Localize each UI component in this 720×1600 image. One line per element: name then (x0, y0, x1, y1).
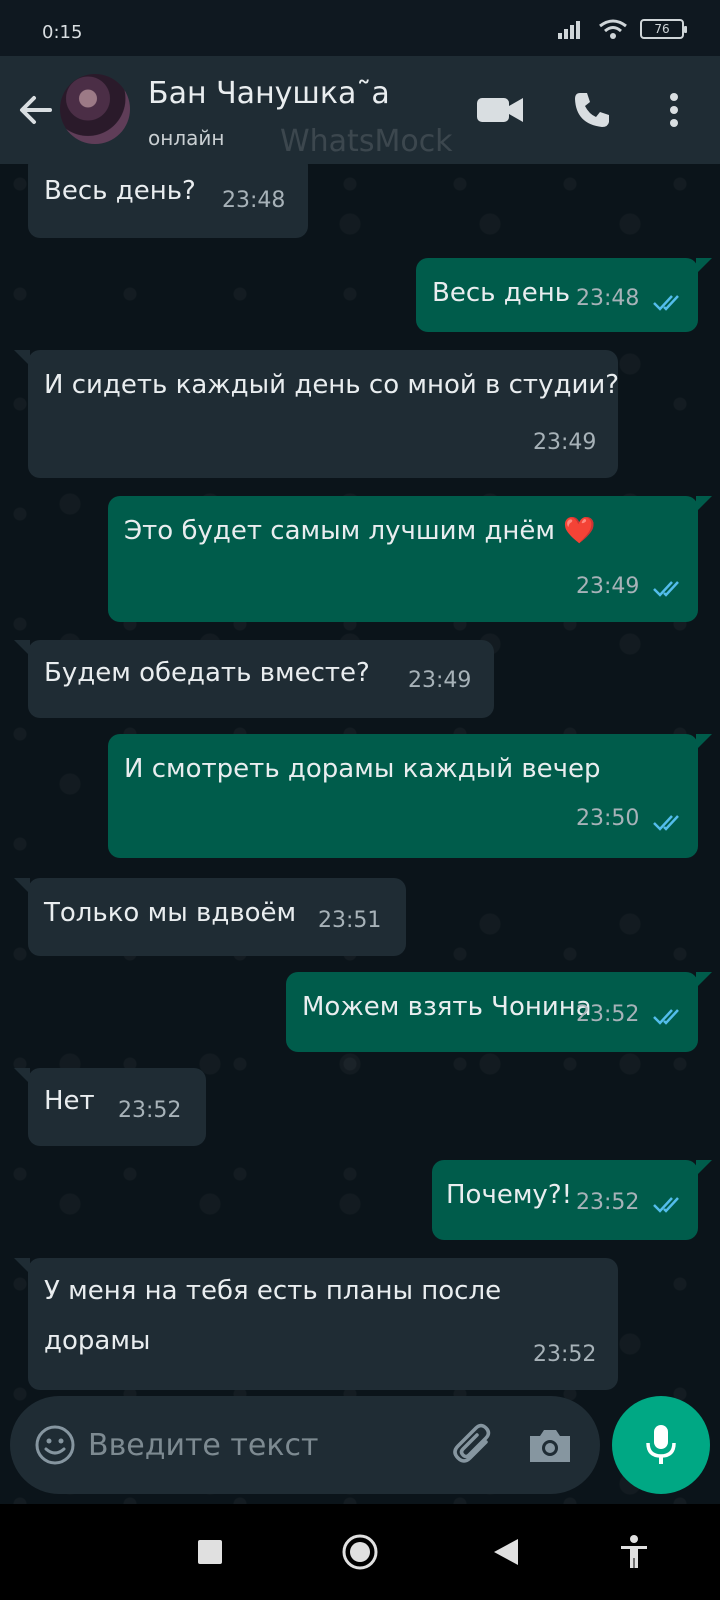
microphone-icon (646, 1425, 676, 1464)
message-text: Только мы вдвоём (44, 898, 297, 928)
status-bar: 0:15 76 (0, 0, 720, 56)
message-time: 23:52 (576, 1002, 640, 1027)
message-outgoing[interactable]: Почему?! 23:52 (432, 1160, 712, 1240)
voice-call-button[interactable] (564, 84, 620, 136)
watermark: WhatsMock (280, 124, 453, 159)
message-time: 23:52 (118, 1098, 182, 1123)
camera-button[interactable] (524, 1420, 576, 1472)
message-time: 23:48 (576, 286, 640, 311)
message-incoming[interactable]: Будем обедать вместе? 23:49 (14, 640, 494, 718)
circle-icon (342, 1534, 378, 1570)
message-text: Это будет самым лучшим днём ❤️ (124, 516, 596, 546)
message-time: 23:49 (408, 668, 472, 693)
message-outgoing[interactable]: Это будет самым лучшим днём ❤️ 23:49 (108, 496, 712, 622)
accessibility-button[interactable] (610, 1528, 658, 1576)
message-outgoing[interactable]: Весь день 23:48 (416, 258, 712, 332)
message-text: Нет (44, 1086, 95, 1116)
read-ticks-icon (653, 1197, 679, 1213)
message-time: 23:49 (576, 574, 640, 599)
message-list[interactable]: Весь день? 23:48 Весь день 23:48 И сидет… (0, 164, 720, 1504)
system-navigation-bar (0, 1504, 720, 1600)
message-composer (10, 1396, 600, 1494)
paperclip-icon (453, 1423, 491, 1463)
phone-icon (575, 93, 609, 127)
contact-name[interactable]: Бан Чанушка˜а (148, 76, 390, 111)
message-incoming[interactable]: Весь день? 23:48 (28, 164, 308, 238)
voice-record-button[interactable] (612, 1396, 710, 1494)
read-ticks-icon (653, 295, 679, 311)
message-time: 23:48 (222, 188, 286, 213)
signal-icon (558, 21, 580, 39)
more-options-button[interactable] (654, 84, 694, 136)
message-time: 23:49 (533, 430, 597, 455)
message-text: Будем обедать вместе? (44, 658, 370, 688)
arrow-left-icon (20, 96, 52, 124)
message-incoming[interactable]: И сидеть каждый день со мной в студии? 2… (14, 350, 620, 478)
emoji-button[interactable] (34, 1424, 76, 1466)
message-incoming[interactable]: Нет 23:52 (14, 1068, 206, 1146)
square-icon (198, 1540, 222, 1564)
read-ticks-icon (653, 815, 679, 831)
message-outgoing[interactable]: Можем взять Чонина 23:52 (286, 972, 712, 1052)
message-text-line: дорамы (44, 1326, 151, 1356)
message-input[interactable] (88, 1420, 428, 1470)
emoji-icon (35, 1425, 75, 1465)
message-text: Можем взять Чонина (302, 992, 592, 1022)
accessibility-icon (621, 1535, 647, 1568)
recents-button[interactable] (186, 1528, 234, 1576)
camera-icon (530, 1430, 570, 1462)
home-button[interactable] (336, 1528, 384, 1576)
read-ticks-icon (653, 1009, 679, 1025)
message-outgoing[interactable]: И смотреть дорамы каждый вечер 23:50 (108, 734, 712, 858)
message-incoming[interactable]: Только мы вдвоём 23:51 (14, 878, 406, 956)
message-text: Весь день? (44, 176, 196, 206)
battery-level: 76 (654, 22, 670, 36)
message-time: 23:50 (576, 806, 640, 831)
message-time: 23:51 (318, 908, 382, 933)
attach-button[interactable] (446, 1418, 502, 1474)
video-call-button[interactable] (472, 84, 528, 136)
back-nav-button[interactable] (482, 1528, 530, 1576)
message-time: 23:52 (533, 1342, 597, 1367)
message-text: Почему?! (446, 1180, 573, 1210)
message-text: Весь день (432, 278, 571, 308)
contact-avatar[interactable] (60, 74, 130, 144)
back-button[interactable] (14, 88, 58, 132)
read-ticks-icon (653, 581, 679, 597)
message-incoming[interactable]: У меня на тебя есть планы после дорамы 2… (14, 1258, 618, 1390)
message-text: И сидеть каждый день со мной в студии? (44, 370, 620, 400)
more-vert-icon (670, 93, 678, 127)
message-text: И смотреть дорамы каждый вечер (124, 754, 601, 784)
wifi-icon (599, 19, 627, 39)
chat-header: Бан Чанушка˜а онлайн WhatsMock (0, 56, 720, 164)
video-camera-icon (477, 98, 523, 122)
triangle-back-icon (494, 1539, 518, 1565)
message-text-line: У меня на тебя есть планы после (44, 1276, 502, 1306)
battery-indicator: 76 (640, 19, 687, 39)
message-time: 23:52 (576, 1190, 640, 1215)
status-time: 0:15 (42, 22, 83, 43)
status-icons: 76 (558, 18, 687, 40)
contact-status: онлайн (148, 126, 225, 150)
